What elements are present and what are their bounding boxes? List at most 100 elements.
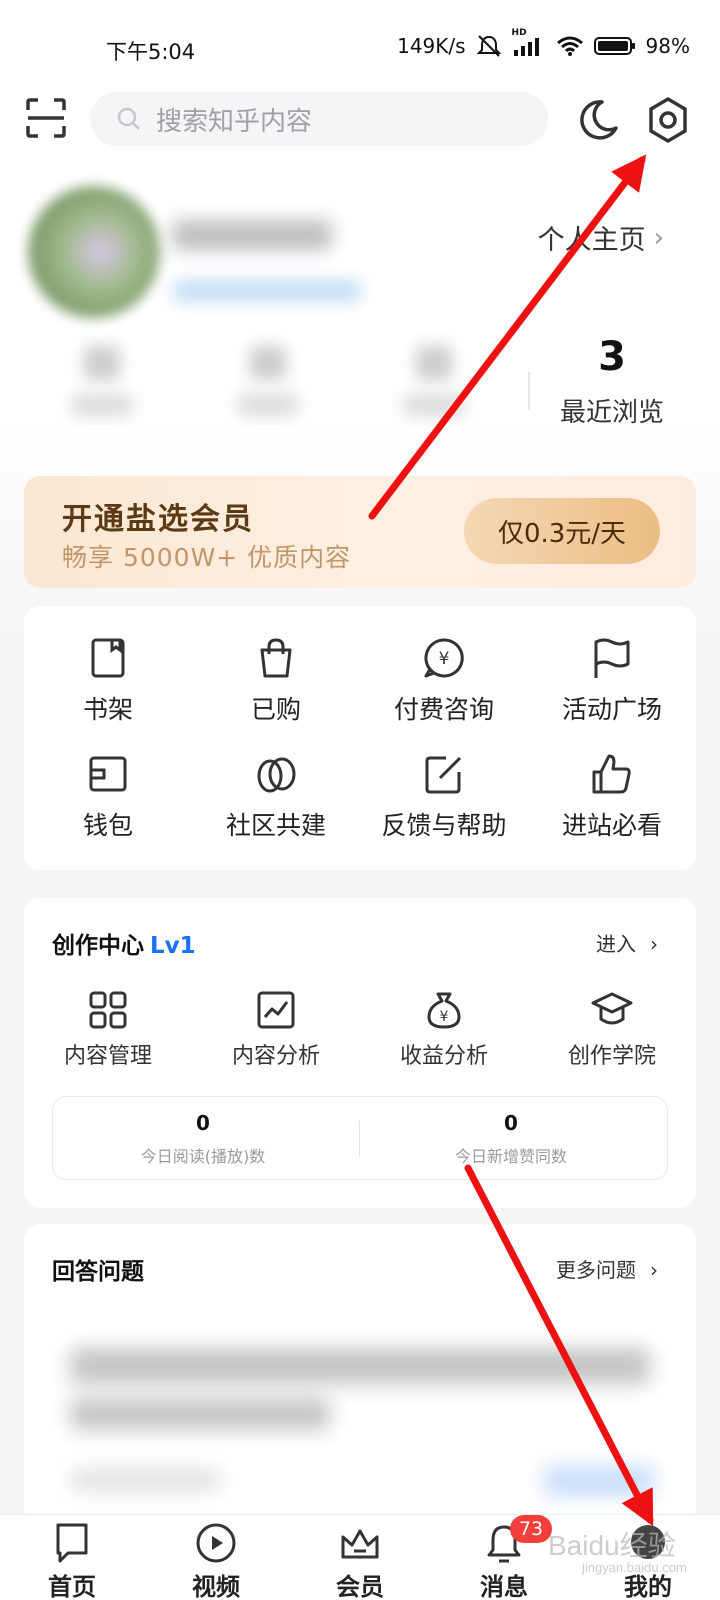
recent-browse-count[interactable]: 3 [560,334,664,380]
gear-icon[interactable] [646,96,690,144]
username-blurred [172,220,332,250]
chevron-right-icon: › [650,1258,658,1282]
graduation-cap-icon [591,992,633,1025]
user-badge-blurred [172,280,362,302]
stat-label: 今日新增赞同数 [454,1147,567,1166]
paid-consult-icon: ¥ [424,638,464,678]
creation-stats-box: 0 今日阅读(播放)数 0 今日新增赞同数 [52,1096,668,1180]
service-label: 社区共建 [225,811,326,840]
service-label: 活动广场 [561,695,662,724]
service-must-see[interactable]: 进站必看 [528,752,696,842]
search-placeholder: 搜索知乎内容 [156,106,313,137]
nav-video[interactable]: 视频 [144,1515,288,1600]
mute-icon [476,35,501,57]
cell-signal: HD [512,28,546,58]
profile-stat-blurred[interactable] [404,346,464,420]
nav-label: 首页 [48,1573,96,1600]
vip-subtitle: 畅享 5000W+ 优质内容 [62,543,352,572]
profile-stat-blurred[interactable] [238,346,298,420]
service-label: 钱包 [82,811,133,840]
vip-price-button[interactable]: 仅0.3元/天 [464,498,660,564]
shopping-bag-icon [260,638,292,678]
creator-level: Lv1 [150,933,196,959]
more-questions-label: 更多问题 [556,1258,636,1282]
profile-stat-blurred[interactable] [72,346,132,420]
status-indicators: 149K/s HD 98% [397,28,690,58]
creation-item-label: 内容分析 [231,1044,320,1069]
home-icon [56,1523,88,1563]
creation-center-label: 创作中心 [52,933,144,959]
service-wallet[interactable]: 钱包 [24,752,192,842]
stat-label: 今日阅读(播放)数 [140,1147,266,1166]
search-input[interactable]: 搜索知乎内容 [90,92,548,146]
feedback-icon [425,756,462,794]
service-feedback[interactable]: 反馈与帮助 [360,752,528,842]
battery-percent: 98% [645,34,690,58]
recent-browse-label[interactable]: 最近浏览 [550,392,674,429]
creation-center-card: 创作中心 Lv1 进入 › 内容管理 内容分析 ¥ 收益分析 创作学院 0 今日… [24,898,696,1208]
bookshelf-icon [91,638,125,678]
avatar[interactable] [28,186,160,318]
svg-text:¥: ¥ [440,1009,449,1025]
creation-academy[interactable]: 创作学院 [528,990,696,1070]
creation-center-title: 创作中心 Lv1 [52,926,196,960]
question-meta-blurred [70,1470,220,1490]
stat-value: 0 [196,1111,210,1135]
profile-homepage-link[interactable]: 个人主页 › [538,218,664,257]
creation-content-analysis[interactable]: 内容分析 [192,990,360,1070]
flag-icon [594,638,630,678]
scan-icon[interactable] [26,98,66,138]
thumbs-up-icon [592,754,631,794]
chevron-right-icon: › [653,222,664,253]
status-bar: 下午5:04 149K/s HD 98% [0,0,720,88]
service-purchased[interactable]: 已购 [192,636,360,726]
search-icon [117,107,140,130]
creation-content-manage[interactable]: 内容管理 [24,990,192,1070]
nav-label: 会员 [336,1573,384,1600]
wallet-icon [89,756,127,792]
service-bookshelf[interactable]: 书架 [24,636,192,726]
creation-income-analysis[interactable]: ¥ 收益分析 [360,990,528,1070]
today-reads-stat[interactable]: 0 今日阅读(播放)数 [53,1111,353,1167]
stat-value: 0 [504,1111,518,1135]
crown-icon [341,1529,379,1559]
creation-enter-link[interactable]: 进入 › [596,928,658,957]
nav-label: 消息 [480,1573,528,1600]
answer-questions-card: 回答问题 更多问题 › [24,1224,696,1524]
nav-home[interactable]: 首页 [0,1515,144,1600]
creation-item-label: 内容管理 [63,1044,152,1069]
money-bag-icon: ¥ [427,992,461,1029]
creation-item-label: 收益分析 [399,1044,488,1069]
service-community[interactable]: 社区共建 [192,752,360,842]
question-text-blurred[interactable] [70,1348,650,1384]
vip-title: 开通盐选会员 [62,502,254,537]
profile-homepage-label: 个人主页 [537,225,646,256]
svg-text:¥: ¥ [439,649,450,669]
chevron-right-icon: › [650,932,658,956]
service-label: 书架 [82,695,133,724]
grid-icon [89,991,127,1029]
status-time: 下午5:04 [106,40,196,64]
stats-divider [359,1121,360,1157]
services-card: 书架 已购 ¥ 付费咨询 活动广场 钱包 社区共建 反馈与帮助 进站必看 [24,606,696,870]
question-text-blurred[interactable] [70,1398,330,1430]
community-icon [257,757,296,793]
nav-vip[interactable]: 会员 [288,1515,432,1600]
moon-icon[interactable] [576,98,620,142]
service-label: 进站必看 [561,811,662,840]
service-label: 付费咨询 [393,695,494,724]
service-label: 反馈与帮助 [381,811,507,840]
vip-banner[interactable]: 开通盐选会员 畅享 5000W+ 优质内容 仅0.3元/天 [24,476,696,588]
message-count-badge: 73 [510,1515,552,1543]
battery-icon [593,37,635,55]
more-questions-link[interactable]: 更多问题 › [556,1254,658,1283]
service-activity-square[interactable]: 活动广场 [528,636,696,726]
signal-tag: HD [511,28,527,38]
answer-section-title: 回答问题 [52,1259,144,1285]
service-paid-consult[interactable]: ¥ 付费咨询 [360,636,528,726]
today-upvotes-stat[interactable]: 0 今日新增赞同数 [361,1111,661,1167]
wifi-icon [556,36,583,56]
chart-icon [257,991,295,1029]
enter-label: 进入 [596,932,636,956]
answer-button-blurred[interactable] [544,1466,654,1496]
